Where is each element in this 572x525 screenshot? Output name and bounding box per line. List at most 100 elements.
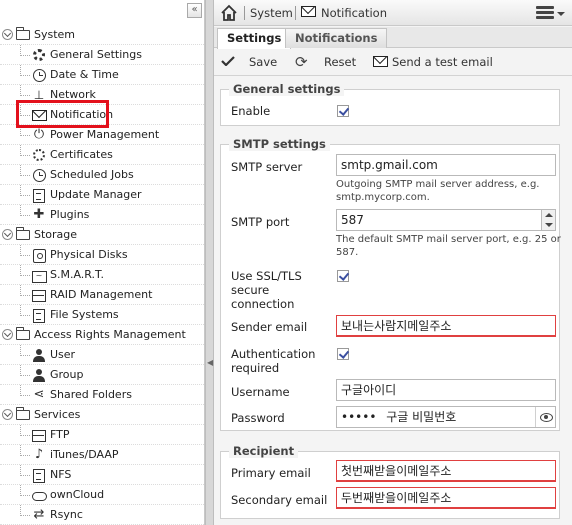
secondary-email-label: Secondary email — [231, 493, 328, 507]
smtp-port-label: SMTP port — [231, 215, 290, 229]
tree-item-certificates[interactable]: Certificates — [0, 145, 204, 165]
share-icon: ⋖ — [33, 387, 45, 402]
tree-item-raid-management[interactable]: RAID Management — [0, 285, 204, 305]
music-icon: ♪ — [34, 447, 44, 462]
pulse-monitor-icon: ~ — [31, 267, 47, 283]
panel-splitter[interactable]: ◀ — [205, 0, 214, 525]
puzzle-icon: ✚ — [33, 207, 45, 222]
tree-item-group[interactable]: Group — [0, 365, 204, 385]
username-label: Username — [231, 385, 290, 399]
expand-toggle-icon[interactable] — [2, 229, 13, 240]
check-icon — [221, 56, 235, 66]
tree-item-general-settings[interactable]: General Settings — [0, 45, 204, 65]
user-icon — [31, 347, 47, 363]
tree-item-label: Plugins — [50, 208, 90, 221]
power-icon: ⏻ — [33, 127, 45, 142]
envelope-icon — [373, 54, 390, 70]
folder-icon — [15, 27, 30, 40]
tree-item-label: General Settings — [50, 48, 142, 61]
home-icon[interactable] — [220, 4, 238, 22]
smtp-port-input[interactable]: 587 — [336, 209, 556, 231]
recipient-fieldset: Recipient Primary email 첫번째받을이메일주소 Secon… — [220, 444, 560, 519]
content-panel: System Notification Settings Notificatio… — [214, 0, 572, 525]
tree-group-access-rights[interactable]: Access Rights Management — [0, 325, 204, 345]
tree-item-shared-folders[interactable]: ⋖ Shared Folders — [0, 385, 204, 405]
authentication-checkbox[interactable] — [337, 348, 349, 360]
tree-item-itunes-daap[interactable]: ♪ iTunes/DAAP — [0, 445, 204, 465]
tree-item-update-manager[interactable]: Update Manager — [0, 185, 204, 205]
tree-group-storage[interactable]: Storage — [0, 225, 204, 245]
tree-group-system[interactable]: System — [0, 25, 204, 45]
toolbar: Save ⟳ Reset Send a test email — [214, 49, 572, 76]
hamburger-menu-icon[interactable] — [536, 6, 554, 20]
tree-item-rsync[interactable]: ⇄ Rsync — [0, 505, 204, 525]
tree-item-user[interactable]: User — [0, 345, 204, 365]
breadcrumb-system[interactable]: System — [250, 6, 293, 20]
tab-notifications[interactable]: Notifications — [285, 28, 388, 48]
tree-group-label: Storage — [34, 228, 78, 241]
password-note: 구글 비밀번호 — [386, 410, 457, 424]
sender-email-label: Sender email — [231, 320, 308, 334]
spinner-down-icon[interactable] — [545, 223, 553, 227]
breadcrumb-bar: System Notification — [214, 0, 572, 26]
expand-toggle-icon[interactable] — [2, 409, 13, 420]
tree-item-label: iTunes/DAAP — [50, 448, 119, 461]
tree-group-services[interactable]: Services — [0, 405, 204, 425]
username-input[interactable]: 구글아이디 — [336, 379, 556, 401]
authentication-label: Authentication required — [231, 347, 316, 375]
expand-toggle-icon[interactable] — [2, 29, 13, 40]
tree-item-plugins[interactable]: ✚ Plugins — [0, 205, 204, 225]
navigation-tree-panel: « System General Settings Date & Time ⊥ … — [0, 0, 205, 525]
certificate-icon — [31, 147, 47, 163]
ssl-checkbox[interactable] — [337, 270, 349, 282]
tree-item-date-time[interactable]: Date & Time — [0, 65, 204, 85]
tree-item-label: FTP — [50, 428, 70, 441]
nfs-icon — [31, 467, 47, 483]
collapse-panel-button[interactable]: « — [187, 3, 202, 18]
recipient-legend: Recipient — [229, 444, 299, 458]
cloud-icon — [31, 487, 47, 503]
expand-toggle-icon[interactable] — [2, 329, 13, 340]
tree-group-label: System — [34, 28, 76, 41]
gear-icon — [31, 47, 47, 63]
password-input[interactable]: ••••• 구글 비밀번호 — [336, 406, 556, 428]
tree-item-label: S.M.A.R.T. — [50, 268, 104, 281]
tree-item-nfs[interactable]: NFS — [0, 465, 204, 485]
port-spinner[interactable] — [541, 210, 555, 230]
chevron-down-icon[interactable] — [557, 12, 565, 16]
folder-icon — [15, 227, 30, 240]
tree-item-label: Scheduled Jobs — [50, 168, 134, 181]
tree-item-smart[interactable]: ~ S.M.A.R.T. — [0, 265, 204, 285]
tree-item-label: Date & Time — [50, 68, 119, 81]
send-test-email-label: Send a test email — [392, 55, 493, 69]
enable-label: Enable — [231, 104, 271, 118]
general-settings-legend: General settings — [229, 82, 345, 96]
secondary-email-input[interactable]: 두번째받을이메일주소 — [336, 487, 556, 509]
ftp-icon — [31, 427, 47, 443]
tree-item-label: Shared Folders — [50, 388, 132, 401]
tree-item-label: ownCloud — [50, 488, 105, 501]
enable-checkbox[interactable] — [337, 105, 349, 117]
tree-item-owncloud[interactable]: ownCloud — [0, 485, 204, 505]
refresh-icon: ⟳ — [295, 53, 308, 71]
smtp-server-label: SMTP server — [231, 160, 303, 174]
smtp-settings-legend: SMTP settings — [229, 137, 330, 151]
tree-item-power-management[interactable]: ⏻ Power Management — [0, 125, 204, 145]
eye-icon[interactable] — [535, 407, 555, 427]
primary-email-input[interactable]: 첫번째받을이메일주소 — [336, 460, 556, 482]
tree-item-physical-disks[interactable]: Physical Disks — [0, 245, 204, 265]
collapse-arrow-icon[interactable]: ◀ — [207, 358, 213, 367]
reset-label: Reset — [324, 55, 357, 69]
tree-item-ftp[interactable]: FTP — [0, 425, 204, 445]
tree-item-label: File Systems — [50, 308, 119, 321]
smtp-server-input[interactable]: smtp.gmail.com — [336, 154, 556, 176]
password-mask: ••••• — [341, 410, 377, 424]
spinner-up-icon[interactable] — [545, 213, 553, 217]
breadcrumb-notification: Notification — [321, 6, 387, 20]
tree-item-scheduled-jobs[interactable]: Scheduled Jobs — [0, 165, 204, 185]
tree-item-file-systems[interactable]: File Systems — [0, 305, 204, 325]
sender-email-input[interactable]: 보내는사람지메일주소 — [336, 315, 556, 337]
smtp-settings-fieldset: SMTP settings SMTP server smtp.gmail.com… — [220, 137, 561, 431]
folder-icon — [15, 407, 30, 420]
tab-settings[interactable]: Settings — [217, 28, 292, 49]
